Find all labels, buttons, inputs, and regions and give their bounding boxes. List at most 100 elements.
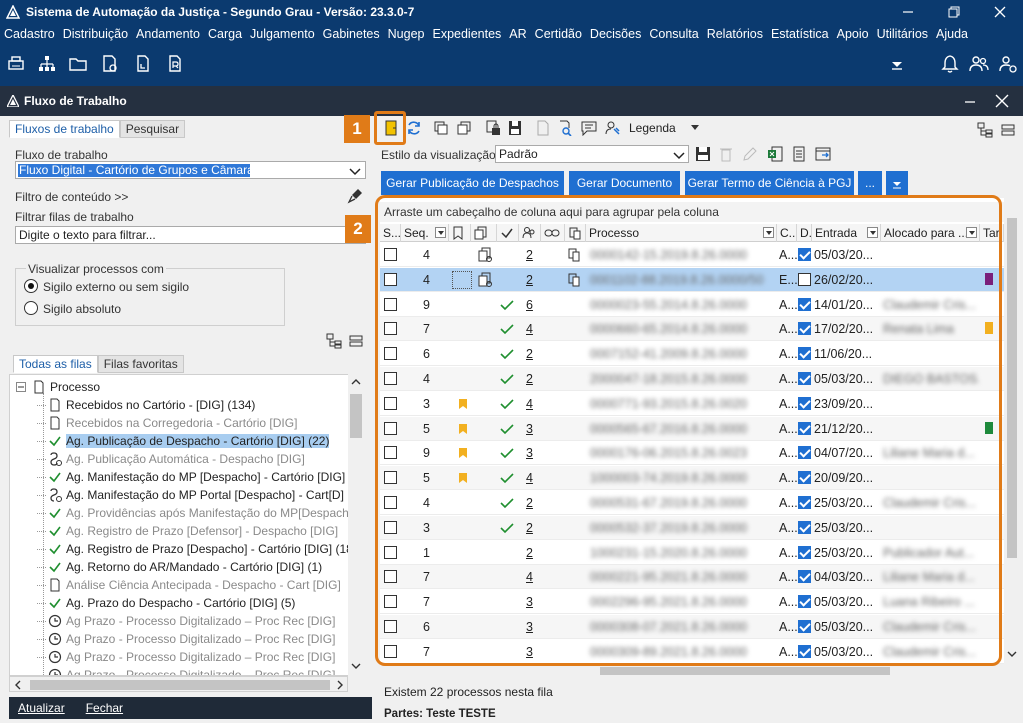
tree-item[interactable]: Ag. Registro de Prazo [Despacho] - Cartó… <box>37 540 363 558</box>
tree-item[interactable]: Ag Prazo - Processo Digitalizado – Proc … <box>37 648 363 666</box>
tree-root-processo[interactable]: Processo <box>16 378 356 396</box>
tree-scroll-thumb[interactable] <box>350 394 362 438</box>
dropdown-arrow-icon[interactable] <box>887 54 907 74</box>
save-document-icon[interactable] <box>507 120 523 136</box>
copy-in-icon[interactable] <box>433 120 449 136</box>
disabled-doc-icon[interactable] <box>535 120 551 136</box>
menu-carga[interactable]: Carga <box>208 27 242 41</box>
collapse-node-icon[interactable] <box>16 382 26 392</box>
folder-icon[interactable] <box>68 54 88 74</box>
hierarchy-icon[interactable] <box>37 54 57 74</box>
radio-sigilo-externo[interactable] <box>24 279 38 293</box>
menu-apoio[interactable]: Apoio <box>837 27 869 41</box>
comment-icon[interactable] <box>581 120 597 136</box>
calendar-export-icon[interactable] <box>815 146 831 162</box>
grid-expand-icon[interactable] <box>977 122 993 138</box>
notification-bell-icon[interactable] <box>940 54 960 74</box>
tree-vertical-scrollbar[interactable] <box>348 374 364 676</box>
menu-andamento[interactable]: Andamento <box>136 27 200 41</box>
tree-item[interactable]: Análise Ciência Antecipada - Despacho - … <box>37 576 363 594</box>
tab-pesquisar[interactable]: Pesquisar <box>119 120 186 138</box>
menu-nugep[interactable]: Nugep <box>388 27 425 41</box>
scroll-up-icon[interactable] <box>351 378 361 386</box>
brush-icon[interactable] <box>347 188 363 204</box>
minimize-panel-icon[interactable] <box>964 96 976 108</box>
menu-expedientes[interactable]: Expedientes <box>432 27 501 41</box>
tree-item[interactable]: Recebidos no Cartório - [DIG] (134) <box>37 396 363 414</box>
document-r-icon[interactable] <box>165 54 185 74</box>
scroll-left-icon[interactable] <box>14 680 22 690</box>
printer-icon[interactable] <box>6 54 26 74</box>
document-link-icon[interactable] <box>133 54 153 74</box>
legenda-arrow-icon[interactable] <box>691 125 699 131</box>
filtro-conteudo-link[interactable]: Filtro de conteúdo >> <box>15 190 128 204</box>
tree-item[interactable]: Ag. Retorno do AR/Mandado - Cartório [DI… <box>37 558 363 576</box>
tree-item[interactable]: Ag Prazo - Processo Digitalizado – Proc … <box>37 666 363 675</box>
menu-ar[interactable]: AR <box>509 27 526 41</box>
menu-decisoes[interactable]: Decisões <box>590 27 641 41</box>
tab-todas-as-filas[interactable]: Todas as filas <box>13 355 98 373</box>
restore-button[interactable] <box>931 0 977 24</box>
refresh-icon[interactable] <box>406 120 422 136</box>
tree-item[interactable]: Ag. Manifestação do MP Portal [Despacho]… <box>37 486 363 504</box>
tree-expand-icon[interactable] <box>326 333 342 349</box>
close-panel-icon[interactable] <box>995 94 1009 108</box>
tree-item[interactable]: Ag. Prazo do Despacho - Cartório [DIG] (… <box>37 594 363 612</box>
search-doc-icon[interactable] <box>557 120 573 136</box>
tree-item[interactable]: Ag. Registro de Prazo [Defensor] - Despa… <box>37 522 363 540</box>
tab-filas-favoritas[interactable]: Filas favoritas <box>97 355 184 373</box>
atualizar-button[interactable]: Atualizar <box>18 701 65 715</box>
tree-item[interactable]: Ag Prazo - Processo Digitalizado – Proc … <box>37 612 363 630</box>
pin-user-icon[interactable] <box>604 120 620 136</box>
tree-item[interactable]: Ag. Manifestação do MP [Despacho] - Cart… <box>37 468 363 486</box>
tree-item[interactable]: Ag Prazo - Processo Digitalizado – Proc … <box>37 630 363 648</box>
estilo-dropdown[interactable]: Padrão <box>495 145 689 163</box>
close-window-button[interactable] <box>977 0 1023 24</box>
gerar-publicacao-button[interactable]: Gerar Publicação de Despachos <box>381 171 564 195</box>
save-view-icon[interactable] <box>695 146 711 162</box>
doc-settings-icon[interactable] <box>100 54 120 74</box>
menu-julgamento[interactable]: Julgamento <box>250 27 315 41</box>
legenda-dropdown[interactable]: Legenda <box>629 121 676 135</box>
user-settings-icon[interactable] <box>998 54 1018 74</box>
scroll-down-icon[interactable] <box>1007 650 1017 658</box>
grid-collapse-icon[interactable] <box>1000 122 1016 138</box>
tree-collapse-icon[interactable] <box>348 333 364 349</box>
grid-scroll-thumb[interactable] <box>1007 218 1017 558</box>
lock-document-icon[interactable] <box>485 120 501 136</box>
menu-consulta[interactable]: Consulta <box>649 27 698 41</box>
menu-gabinetes[interactable]: Gabinetes <box>323 27 380 41</box>
menu-distribuicao[interactable]: Distribuição <box>63 27 128 41</box>
scroll-right-icon[interactable] <box>336 680 344 690</box>
gerar-termo-button[interactable]: Gerar Termo de Ciência à PGJ <box>685 171 854 195</box>
menu-utilitarios[interactable]: Utilitários <box>877 27 928 41</box>
filtrar-input[interactable]: Digite o texto para filtrar... <box>15 226 366 244</box>
fechar-button[interactable]: Fechar <box>86 701 123 715</box>
scroll-down-icon[interactable] <box>351 662 361 670</box>
actions-dropdown-button[interactable] <box>886 171 908 195</box>
more-actions-button[interactable]: ... <box>858 171 882 195</box>
menu-relatorios[interactable]: Relatórios <box>707 27 763 41</box>
users-icon[interactable] <box>969 54 989 74</box>
tab-fluxos-de-trabalho[interactable]: Fluxos de trabalho <box>9 120 120 138</box>
menu-estatistica[interactable]: Estatística <box>771 27 829 41</box>
grid-vertical-scrollbar[interactable] <box>1004 198 1020 664</box>
radio-sigilo-absoluto[interactable] <box>24 301 38 315</box>
menu-cadastro[interactable]: Cadastro <box>4 27 55 41</box>
tree-horizontal-scrollbar[interactable] <box>9 676 348 692</box>
menu-certidao[interactable]: Certidão <box>535 27 582 41</box>
delete-view-icon[interactable] <box>718 146 734 162</box>
tree-item[interactable]: Recebidos na Corregedoria - Cartório [DI… <box>37 414 363 432</box>
tree-item[interactable]: Ag. Publicação Automática - Despacho [DI… <box>37 450 363 468</box>
grid-horizontal-scrollbar[interactable] <box>380 664 1004 678</box>
gerar-documento-button[interactable]: Gerar Documento <box>569 171 680 195</box>
fluxo-dropdown[interactable]: Fluxo Digital - Cartório de Grupos e Câm… <box>15 161 366 179</box>
menu-ajuda[interactable]: Ajuda <box>936 27 968 41</box>
tree-hscroll-thumb[interactable] <box>30 680 330 690</box>
edit-view-icon[interactable] <box>742 146 758 162</box>
report-icon[interactable] <box>791 146 807 162</box>
tree-item[interactable]: Ag. Providências após Manifestação do MP… <box>37 504 363 522</box>
minimize-button[interactable] <box>885 0 931 24</box>
copy-out-icon[interactable] <box>456 120 472 136</box>
export-excel-icon[interactable] <box>767 146 783 162</box>
